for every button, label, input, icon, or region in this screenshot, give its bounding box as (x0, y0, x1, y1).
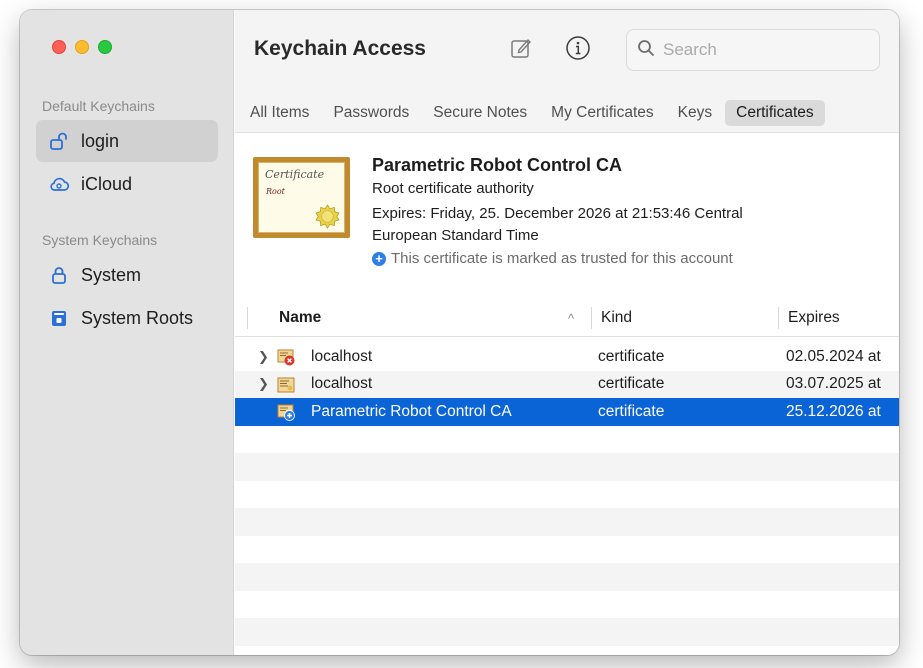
certificate-detail: Certificate Root Parametric Robot Contro… (235, 134, 899, 294)
column-divider[interactable] (591, 307, 592, 329)
certificate-icon (277, 377, 295, 392)
row-kind: certificate (598, 375, 665, 393)
sidebar-item-label: System Roots (81, 307, 194, 328)
row-expires: 02.05.2024 at (786, 347, 881, 365)
system-keychains-heading: System Keychains (42, 232, 158, 248)
empty-row (235, 536, 899, 564)
tab-secure-notes[interactable]: Secure Notes (422, 100, 538, 126)
sidebar-item-label: System (81, 264, 142, 285)
tab-passwords[interactable]: Passwords (322, 100, 420, 126)
empty-row (235, 508, 899, 536)
certificates-table: Name ^ Kind Expires ❯ localhost certific… (235, 294, 899, 655)
empty-row (235, 618, 899, 646)
minimize-window-button[interactable] (75, 40, 89, 54)
empty-row (235, 453, 899, 481)
sidebar-item-system-roots[interactable]: System Roots (36, 297, 218, 339)
cabinet-icon (48, 307, 70, 329)
trusted-certificate-icon (277, 404, 295, 421)
invalid-certificate-icon (277, 349, 295, 366)
certificate-image-title: Certificate (265, 168, 325, 181)
column-divider[interactable] (778, 307, 779, 329)
close-window-button[interactable] (52, 40, 66, 54)
certificate-image-subtitle: Root (266, 187, 285, 196)
row-kind: certificate (598, 402, 665, 420)
empty-row (235, 426, 899, 454)
table-row-selected[interactable]: Parametric Robot Control CA certificate … (235, 398, 899, 426)
default-keychains-heading: Default Keychains (42, 98, 155, 114)
empty-row (235, 563, 899, 591)
search-input[interactable] (663, 40, 853, 60)
column-header-name[interactable]: Name (279, 299, 321, 337)
compose-icon (509, 36, 533, 65)
row-name: localhost (311, 375, 373, 393)
search-icon (637, 39, 655, 62)
sort-ascending-icon[interactable]: ^ (568, 299, 574, 337)
sidebar-item-icloud[interactable]: iCloud (36, 163, 218, 205)
category-tabs: All Items Passwords Secure Notes My Cert… (235, 93, 899, 133)
certificate-subtitle: Root certificate authority (372, 180, 534, 197)
unlocked-lock-icon (48, 130, 70, 152)
search-field[interactable] (626, 29, 880, 71)
window-controls (52, 40, 112, 54)
plus-circle-icon: + (372, 251, 386, 266)
new-item-button[interactable] (507, 36, 535, 64)
tab-my-certificates[interactable]: My Certificates (540, 100, 665, 126)
table-row[interactable]: ❯ localhost certificate 03.07.2025 at (235, 370, 899, 399)
tab-all-items[interactable]: All Items (239, 100, 320, 126)
trust-text: This certificate is marked as trusted fo… (391, 250, 733, 267)
certificate-name: Parametric Robot Control CA (372, 155, 623, 175)
column-divider (247, 307, 248, 329)
table-header: Name ^ Kind Expires (235, 299, 899, 337)
row-kind: certificate (598, 347, 665, 365)
certificate-image: Certificate Root (253, 157, 350, 238)
sidebar-item-login[interactable]: login (36, 120, 218, 162)
row-expires: 25.12.2026 at (786, 402, 881, 420)
row-expires: 03.07.2025 at (786, 375, 881, 393)
row-name: Parametric Robot Control CA (311, 402, 512, 420)
icloud-icon (48, 173, 70, 195)
empty-row (235, 481, 899, 509)
certificate-expires-line2: European Standard Time (372, 227, 539, 244)
empty-row (235, 591, 899, 619)
certificate-expires-line1: Expires: Friday, 25. December 2026 at 21… (372, 205, 743, 222)
table-body: ❯ localhost certificate 02.05.2024 at ❯ … (235, 343, 899, 646)
column-header-expires[interactable]: Expires (788, 299, 840, 337)
certificate-trust-status: + This certificate is marked as trusted … (372, 250, 733, 267)
info-button[interactable] (564, 35, 592, 66)
tab-certificates[interactable]: Certificates (725, 99, 825, 126)
lock-icon (48, 264, 70, 286)
row-name: localhost (311, 347, 373, 365)
table-row[interactable]: ❯ localhost certificate 02.05.2024 at (235, 343, 899, 371)
tab-keys[interactable]: Keys (667, 100, 723, 126)
sidebar-item-label: login (81, 130, 120, 151)
disclosure-chevron-icon[interactable]: ❯ (258, 371, 269, 399)
zoom-window-button[interactable] (98, 40, 112, 54)
disclosure-chevron-icon[interactable]: ❯ (258, 343, 269, 371)
sidebar-item-system[interactable]: System (36, 254, 218, 296)
sidebar: Default Keychains login iCloud System Ke… (20, 10, 234, 655)
info-icon (565, 35, 591, 66)
seal-icon (315, 204, 340, 229)
toolbar: Keychain Access (235, 10, 899, 93)
window-title: Keychain Access (254, 37, 426, 60)
column-header-kind[interactable]: Kind (601, 299, 632, 337)
keychain-window: Default Keychains login iCloud System Ke… (20, 10, 899, 655)
sidebar-item-label: iCloud (81, 173, 133, 194)
main-panel: Keychain Access All Items Passwords (235, 10, 899, 655)
